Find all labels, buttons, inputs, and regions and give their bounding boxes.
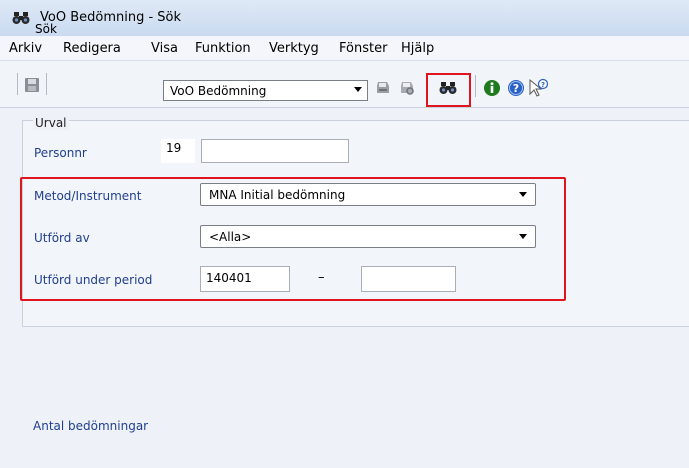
module-select-value: VoO Bedömning: [170, 84, 267, 98]
binoculars-icon: [12, 10, 30, 26]
chevron-down-icon[interactable]: [354, 87, 362, 92]
menu-visa[interactable]: Visa: [151, 41, 178, 56]
menu-verktyg[interactable]: Verktyg: [269, 41, 319, 56]
context-help-icon[interactable]: ?: [528, 78, 549, 97]
toolbar-separator: [46, 73, 47, 95]
window-title: VoO Bedömning - Sök: [40, 10, 182, 25]
module-select[interactable]: VoO Bedömning: [163, 80, 368, 101]
svg-text:?: ?: [541, 81, 545, 89]
personnr-prefix: 19: [161, 139, 195, 163]
menu-bar: Arkiv Redigera Visa Funktion Verktyg Fön…: [0, 36, 689, 61]
criteria-highlight-box: [20, 177, 566, 301]
menu-hjalp[interactable]: Hjälp: [401, 41, 434, 56]
print-icon[interactable]: [374, 79, 390, 95]
menu-redigera[interactable]: Redigera: [63, 41, 121, 56]
search-label[interactable]: Sök: [35, 22, 57, 36]
help-icon[interactable]: ?: [507, 79, 524, 96]
menu-funktion[interactable]: Funktion: [195, 41, 251, 56]
search-highlight-box: [426, 73, 471, 107]
menu-arkiv[interactable]: Arkiv: [9, 41, 42, 56]
svg-text:?: ?: [513, 82, 519, 95]
toolbar-separator: [17, 73, 18, 95]
menu-fonster[interactable]: Fönster: [339, 41, 387, 56]
print-preview-icon[interactable]: [398, 79, 414, 95]
assessment-count-label: Antal bedömningar: [33, 419, 149, 433]
group-label-urval: Urval: [33, 116, 69, 130]
info-icon[interactable]: [483, 79, 500, 96]
personnr-label: Personnr: [34, 146, 87, 160]
personnr-field[interactable]: [201, 139, 349, 163]
save-icon[interactable]: [24, 77, 40, 93]
toolbar-separator: [475, 75, 476, 97]
